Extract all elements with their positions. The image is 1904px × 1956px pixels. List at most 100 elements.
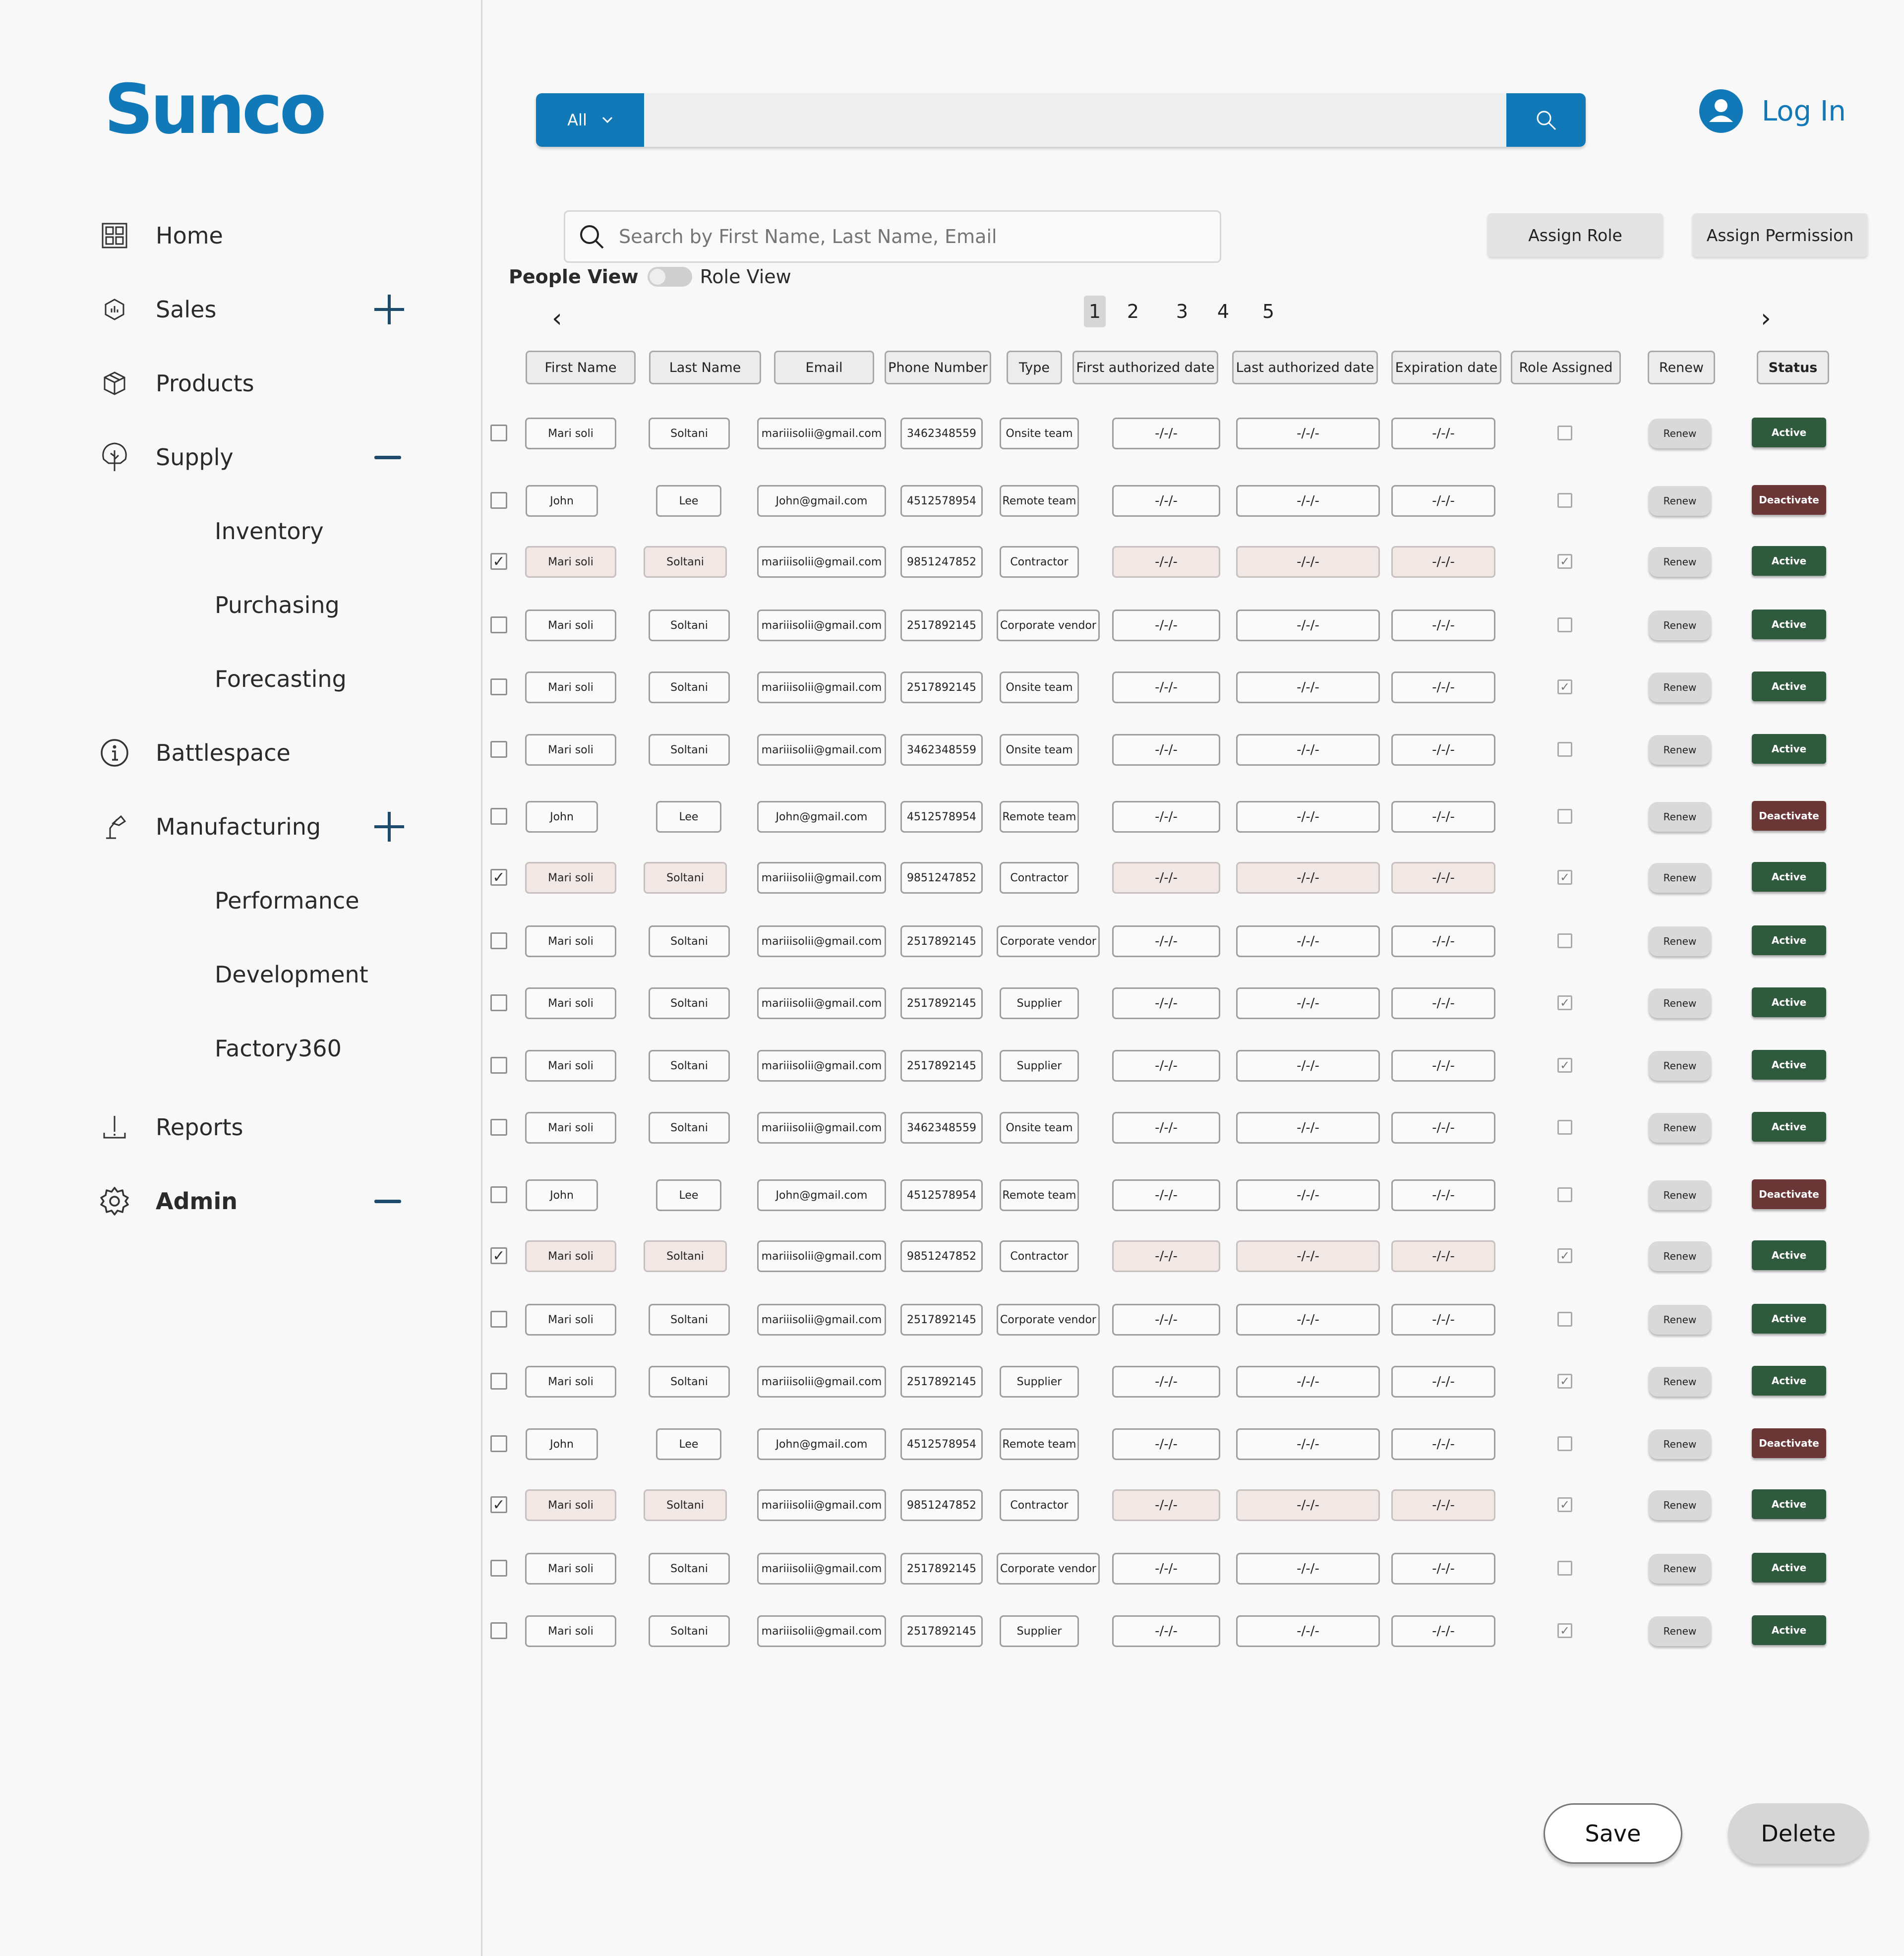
renew-button[interactable]: Renew: [1649, 486, 1711, 516]
column-header-last-name[interactable]: Last Name: [649, 351, 761, 384]
role-assigned-checkbox[interactable]: ✓: [1557, 1497, 1572, 1512]
type-cell[interactable]: Contractor: [1000, 1240, 1079, 1272]
column-header-status[interactable]: Status: [1757, 351, 1829, 384]
type-cell[interactable]: Contractor: [1000, 862, 1079, 894]
type-cell[interactable]: Onsite team: [1000, 1112, 1079, 1144]
row-select-checkbox[interactable]: [490, 1311, 507, 1328]
sidebar-item-forecasting[interactable]: Forecasting: [0, 652, 481, 706]
column-header-last-authorized-date[interactable]: Last authorized date: [1232, 351, 1378, 384]
last-name-cell[interactable]: Lee: [656, 1179, 721, 1211]
row-select-checkbox[interactable]: [490, 994, 507, 1011]
first-name-cell[interactable]: Mari soli: [525, 987, 616, 1019]
expiration-date-cell[interactable]: -/-/-: [1391, 1553, 1495, 1585]
category-dropdown[interactable]: All: [536, 93, 644, 147]
phone-cell[interactable]: 2517892145: [900, 987, 983, 1019]
first-name-cell[interactable]: Mari soli: [525, 734, 616, 766]
view-switch[interactable]: [647, 267, 692, 287]
phone-cell[interactable]: 2517892145: [900, 610, 983, 641]
last-authorized-date-cell[interactable]: -/-/-: [1236, 862, 1380, 894]
people-search-input[interactable]: [618, 225, 1205, 248]
last-name-cell[interactable]: Soltani: [649, 1304, 730, 1336]
first-authorized-date-cell[interactable]: -/-/-: [1112, 1615, 1220, 1647]
renew-button[interactable]: Renew: [1649, 735, 1711, 765]
type-cell[interactable]: Onsite team: [1000, 734, 1079, 766]
expand-plus-icon[interactable]: [374, 812, 404, 842]
first-authorized-date-cell[interactable]: -/-/-: [1112, 485, 1220, 517]
row-select-checkbox[interactable]: [490, 1435, 507, 1452]
status-badge[interactable]: Deactivate: [1752, 801, 1826, 831]
row-select-checkbox[interactable]: [490, 678, 507, 695]
first-name-cell[interactable]: John: [526, 801, 598, 833]
page-1[interactable]: 1: [1084, 296, 1106, 327]
renew-button[interactable]: Renew: [1649, 1305, 1711, 1335]
assign-permission-button[interactable]: Assign Permission: [1692, 213, 1868, 257]
first-authorized-date-cell[interactable]: -/-/-: [1112, 1179, 1220, 1211]
email-cell[interactable]: John@gmail.com: [757, 1428, 886, 1460]
last-name-cell[interactable]: Soltani: [649, 1050, 730, 1082]
status-badge[interactable]: Active: [1752, 1489, 1826, 1519]
first-name-cell[interactable]: Mari soli: [525, 925, 616, 957]
first-name-cell[interactable]: John: [526, 1428, 598, 1460]
first-authorized-date-cell[interactable]: -/-/-: [1112, 1366, 1220, 1398]
prev-page-icon[interactable]: ‹: [552, 304, 562, 333]
collapse-minus-icon[interactable]: [374, 1186, 404, 1216]
renew-button[interactable]: Renew: [1649, 1367, 1711, 1397]
first-authorized-date-cell[interactable]: -/-/-: [1112, 1112, 1220, 1144]
type-cell[interactable]: Remote team: [1000, 1179, 1079, 1211]
expiration-date-cell[interactable]: -/-/-: [1391, 1240, 1495, 1272]
first-authorized-date-cell[interactable]: -/-/-: [1112, 801, 1220, 833]
column-header-type[interactable]: Type: [1007, 351, 1062, 384]
row-select-checkbox[interactable]: [490, 1560, 507, 1577]
expiration-date-cell[interactable]: -/-/-: [1391, 1428, 1495, 1460]
role-assigned-checkbox[interactable]: [1557, 1312, 1572, 1327]
last-name-cell[interactable]: Soltani: [649, 925, 730, 957]
phone-cell[interactable]: 2517892145: [900, 1615, 983, 1647]
status-badge[interactable]: Active: [1752, 1050, 1826, 1080]
last-authorized-date-cell[interactable]: -/-/-: [1236, 1615, 1380, 1647]
email-cell[interactable]: mariiisolii@gmail.com: [757, 1240, 886, 1272]
renew-button[interactable]: Renew: [1649, 1051, 1711, 1081]
expiration-date-cell[interactable]: -/-/-: [1391, 1615, 1495, 1647]
last-authorized-date-cell[interactable]: -/-/-: [1236, 734, 1380, 766]
last-authorized-date-cell[interactable]: -/-/-: [1236, 546, 1380, 578]
type-cell[interactable]: Supplier: [1000, 987, 1079, 1019]
first-authorized-date-cell[interactable]: -/-/-: [1112, 925, 1220, 957]
first-name-cell[interactable]: Mari soli: [525, 1615, 616, 1647]
type-cell[interactable]: Corporate vendor: [997, 610, 1100, 641]
type-cell[interactable]: Supplier: [1000, 1615, 1079, 1647]
last-authorized-date-cell[interactable]: -/-/-: [1236, 1553, 1380, 1585]
sidebar-item-sales[interactable]: Sales: [0, 282, 481, 337]
role-assigned-checkbox[interactable]: [1557, 617, 1572, 632]
first-name-cell[interactable]: Mari soli: [525, 1112, 616, 1144]
first-name-cell[interactable]: Mari soli: [525, 610, 616, 641]
first-authorized-date-cell[interactable]: -/-/-: [1112, 1304, 1220, 1336]
email-cell[interactable]: mariiisolii@gmail.com: [757, 1366, 886, 1398]
last-name-cell[interactable]: Soltani: [649, 672, 730, 703]
last-authorized-date-cell[interactable]: -/-/-: [1236, 672, 1380, 703]
status-badge[interactable]: Active: [1752, 1240, 1826, 1270]
status-badge[interactable]: Active: [1752, 1615, 1826, 1645]
last-authorized-date-cell[interactable]: -/-/-: [1236, 1240, 1380, 1272]
last-name-cell[interactable]: Soltani: [649, 418, 730, 449]
row-select-checkbox[interactable]: ✓: [490, 553, 507, 570]
first-authorized-date-cell[interactable]: -/-/-: [1112, 1489, 1220, 1521]
page-4[interactable]: 4: [1212, 296, 1234, 327]
type-cell[interactable]: Corporate vendor: [997, 1304, 1100, 1336]
last-name-cell[interactable]: Lee: [656, 485, 721, 517]
first-authorized-date-cell[interactable]: -/-/-: [1112, 1553, 1220, 1585]
email-cell[interactable]: mariiisolii@gmail.com: [757, 1304, 886, 1336]
sidebar-item-manufacturing[interactable]: Manufacturing: [0, 799, 481, 854]
sidebar-item-supply[interactable]: Supply: [0, 430, 481, 485]
expiration-date-cell[interactable]: -/-/-: [1391, 1489, 1495, 1521]
renew-button[interactable]: Renew: [1649, 1241, 1711, 1271]
last-name-cell[interactable]: Soltani: [649, 610, 730, 641]
status-badge[interactable]: Active: [1752, 546, 1826, 576]
first-authorized-date-cell[interactable]: -/-/-: [1112, 418, 1220, 449]
first-name-cell[interactable]: Mari soli: [525, 672, 616, 703]
column-header-renew[interactable]: Renew: [1648, 351, 1715, 384]
global-search-button[interactable]: [1506, 93, 1586, 147]
phone-cell[interactable]: 2517892145: [900, 1050, 983, 1082]
delete-button[interactable]: Delete: [1728, 1803, 1869, 1864]
status-badge[interactable]: Active: [1752, 672, 1826, 701]
status-badge[interactable]: Active: [1752, 862, 1826, 892]
